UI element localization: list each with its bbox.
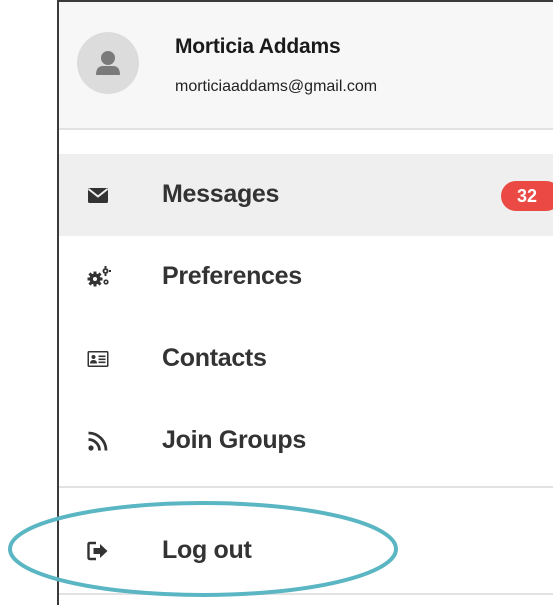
user-name: Morticia Addams: [175, 35, 341, 58]
navigation-drawer: Morticia Addams morticiaaddams@gmail.com…: [57, 0, 553, 605]
menu-item-label: Messages: [162, 180, 280, 208]
sign-out-icon: [87, 540, 109, 562]
rss-feed-icon: [87, 430, 109, 452]
menu-item-label: Log out: [162, 536, 252, 564]
menu-item-contacts[interactable]: Contacts: [59, 318, 553, 400]
gears-icon: [87, 266, 111, 288]
avatar[interactable]: [77, 32, 139, 94]
menu-divider: [59, 486, 553, 488]
contact-card-icon: [87, 348, 109, 370]
menu-divider: [59, 593, 553, 595]
menu-item-preferences[interactable]: Preferences: [59, 236, 553, 318]
user-email: morticiaaddams@gmail.com: [175, 78, 378, 95]
user-silhouette-icon: [96, 51, 120, 75]
menu-item-label: Contacts: [162, 344, 267, 372]
menu-item-label: Join Groups: [162, 426, 306, 454]
menu-item-label: Preferences: [162, 262, 302, 290]
menu-item-messages[interactable]: Messages 32: [59, 154, 553, 236]
unread-count-badge: 32: [501, 181, 553, 211]
menu-item-join-groups[interactable]: Join Groups: [59, 400, 553, 482]
logout-button[interactable]: Log out: [59, 510, 553, 592]
envelope-icon: [87, 184, 109, 206]
user-profile-header[interactable]: Morticia Addams morticiaaddams@gmail.com: [59, 2, 553, 130]
